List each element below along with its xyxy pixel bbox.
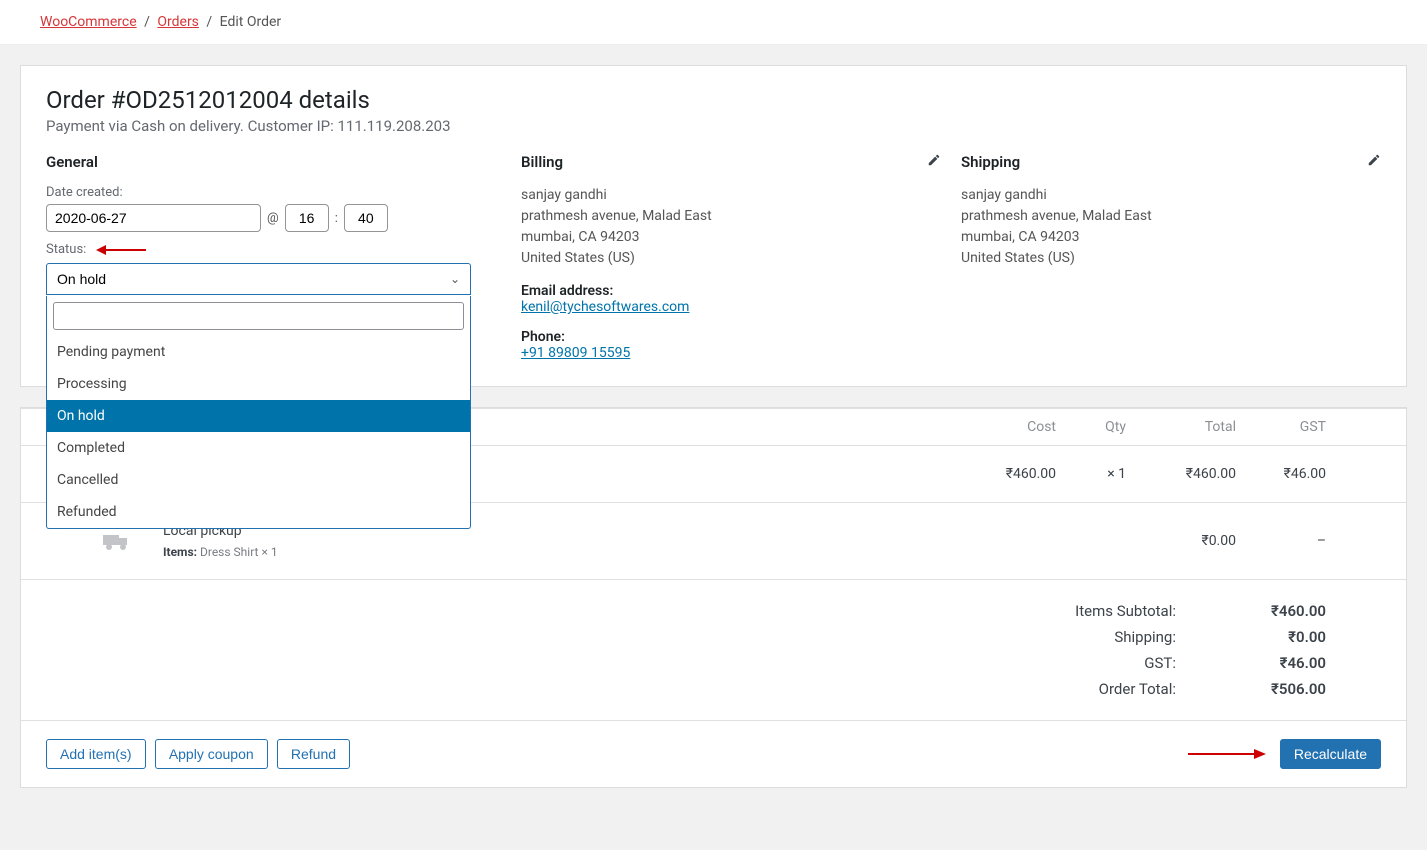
shipping-column: Shipping sanjay gandhi prathmesh avenue,… (961, 153, 1381, 361)
gst-label: GST: (1006, 654, 1176, 672)
product-qty: × 1 (1056, 466, 1126, 482)
status-label: Status: (46, 242, 86, 257)
breadcrumb-orders[interactable]: Orders (157, 14, 199, 30)
status-dropdown: Pending payment Processing On hold Compl… (46, 296, 471, 529)
actions-bar: Add item(s) Apply coupon Refund Recalcul… (21, 721, 1406, 787)
add-item-button[interactable]: Add item(s) (46, 739, 146, 769)
order-panel: Order #OD2512012004 details Payment via … (20, 65, 1407, 387)
annotation-arrow-icon (1186, 747, 1266, 761)
billing-phone-link[interactable]: +91 89809 15595 (521, 345, 630, 361)
status-option-pending[interactable]: Pending payment (47, 336, 470, 368)
billing-name: sanjay gandhi (521, 185, 941, 206)
shipping-items-text: Dress Shirt × 1 (200, 545, 278, 559)
page-subtitle: Payment via Cash on delivery. Customer I… (46, 117, 1381, 135)
time-colon: : (335, 211, 338, 226)
billing-city: mumbai, CA 94203 (521, 227, 941, 248)
shipping-country: United States (US) (961, 248, 1381, 269)
date-created-label: Date created: (46, 185, 123, 200)
chevron-down-icon: ⌄ (450, 272, 460, 286)
annotation-arrow-icon (96, 243, 150, 257)
col-cost: Cost (946, 419, 1056, 435)
shipping-name: sanjay gandhi (961, 185, 1381, 206)
phone-label: Phone: (521, 329, 941, 345)
shipping-value: ₹0.00 (1176, 628, 1326, 646)
pencil-icon[interactable] (1367, 153, 1381, 171)
breadcrumb: WooCommerce / Orders / Edit Order (0, 0, 1427, 45)
status-option-refunded[interactable]: Refunded (47, 496, 470, 528)
minute-input[interactable] (344, 204, 388, 232)
billing-country: United States (US) (521, 248, 941, 269)
breadcrumb-current: Edit Order (220, 14, 282, 30)
shipping-line-total: ₹0.00 (1126, 533, 1236, 549)
gst-value: ₹46.00 (1176, 654, 1326, 672)
subtotal-value: ₹460.00 (1176, 602, 1326, 620)
page-title: Order #OD2512012004 details (46, 86, 1381, 114)
breadcrumb-woocommerce[interactable]: WooCommerce (40, 14, 137, 30)
at-symbol: @ (267, 211, 279, 226)
date-created-input[interactable] (46, 204, 261, 232)
general-heading: General (46, 153, 501, 171)
order-total-value: ₹506.00 (1176, 680, 1326, 698)
truck-icon (101, 529, 133, 553)
billing-line1: prathmesh avenue, Malad East (521, 206, 941, 227)
status-option-onhold[interactable]: On hold (47, 400, 470, 432)
subtotal-label: Items Subtotal: (1006, 602, 1176, 620)
status-search-input[interactable] (53, 302, 464, 330)
apply-coupon-button[interactable]: Apply coupon (155, 739, 268, 769)
totals-block: Items Subtotal: ₹460.00 Shipping: ₹0.00 … (21, 580, 1406, 721)
pencil-icon[interactable] (927, 153, 941, 171)
refund-button[interactable]: Refund (277, 739, 350, 769)
email-label: Email address: (521, 283, 941, 299)
order-total-label: Order Total: (1006, 680, 1176, 698)
col-gst: GST (1236, 419, 1326, 435)
status-selected-value: On hold (57, 271, 106, 287)
shipping-line-gst: – (1236, 533, 1326, 549)
status-option-processing[interactable]: Processing (47, 368, 470, 400)
product-total: ₹460.00 (1126, 466, 1236, 482)
col-qty: Qty (1056, 419, 1126, 435)
shipping-items-label: Items: (163, 545, 197, 559)
breadcrumb-sep: / (140, 14, 154, 30)
breadcrumb-sep: / (202, 14, 216, 30)
shipping-heading: Shipping (961, 153, 1381, 171)
shipping-line1: prathmesh avenue, Malad East (961, 206, 1381, 227)
billing-heading: Billing (521, 153, 941, 171)
status-option-completed[interactable]: Completed (47, 432, 470, 464)
billing-email-link[interactable]: kenil@tychesoftwares.com (521, 299, 689, 315)
status-option-cancelled[interactable]: Cancelled (47, 464, 470, 496)
shipping-label: Shipping: (1006, 628, 1176, 646)
shipping-city: mumbai, CA 94203 (961, 227, 1381, 248)
product-cost: ₹460.00 (946, 466, 1056, 482)
status-select[interactable]: On hold ⌄ (46, 263, 471, 295)
billing-column: Billing sanjay gandhi prathmesh avenue, … (521, 153, 941, 361)
recalculate-button[interactable]: Recalculate (1280, 739, 1381, 769)
general-column: General Date created: @ : Status: (46, 153, 501, 361)
col-total: Total (1126, 419, 1236, 435)
status-options-list[interactable]: Pending payment Processing On hold Compl… (47, 336, 470, 528)
product-gst: ₹46.00 (1236, 466, 1326, 482)
hour-input[interactable] (285, 204, 329, 232)
